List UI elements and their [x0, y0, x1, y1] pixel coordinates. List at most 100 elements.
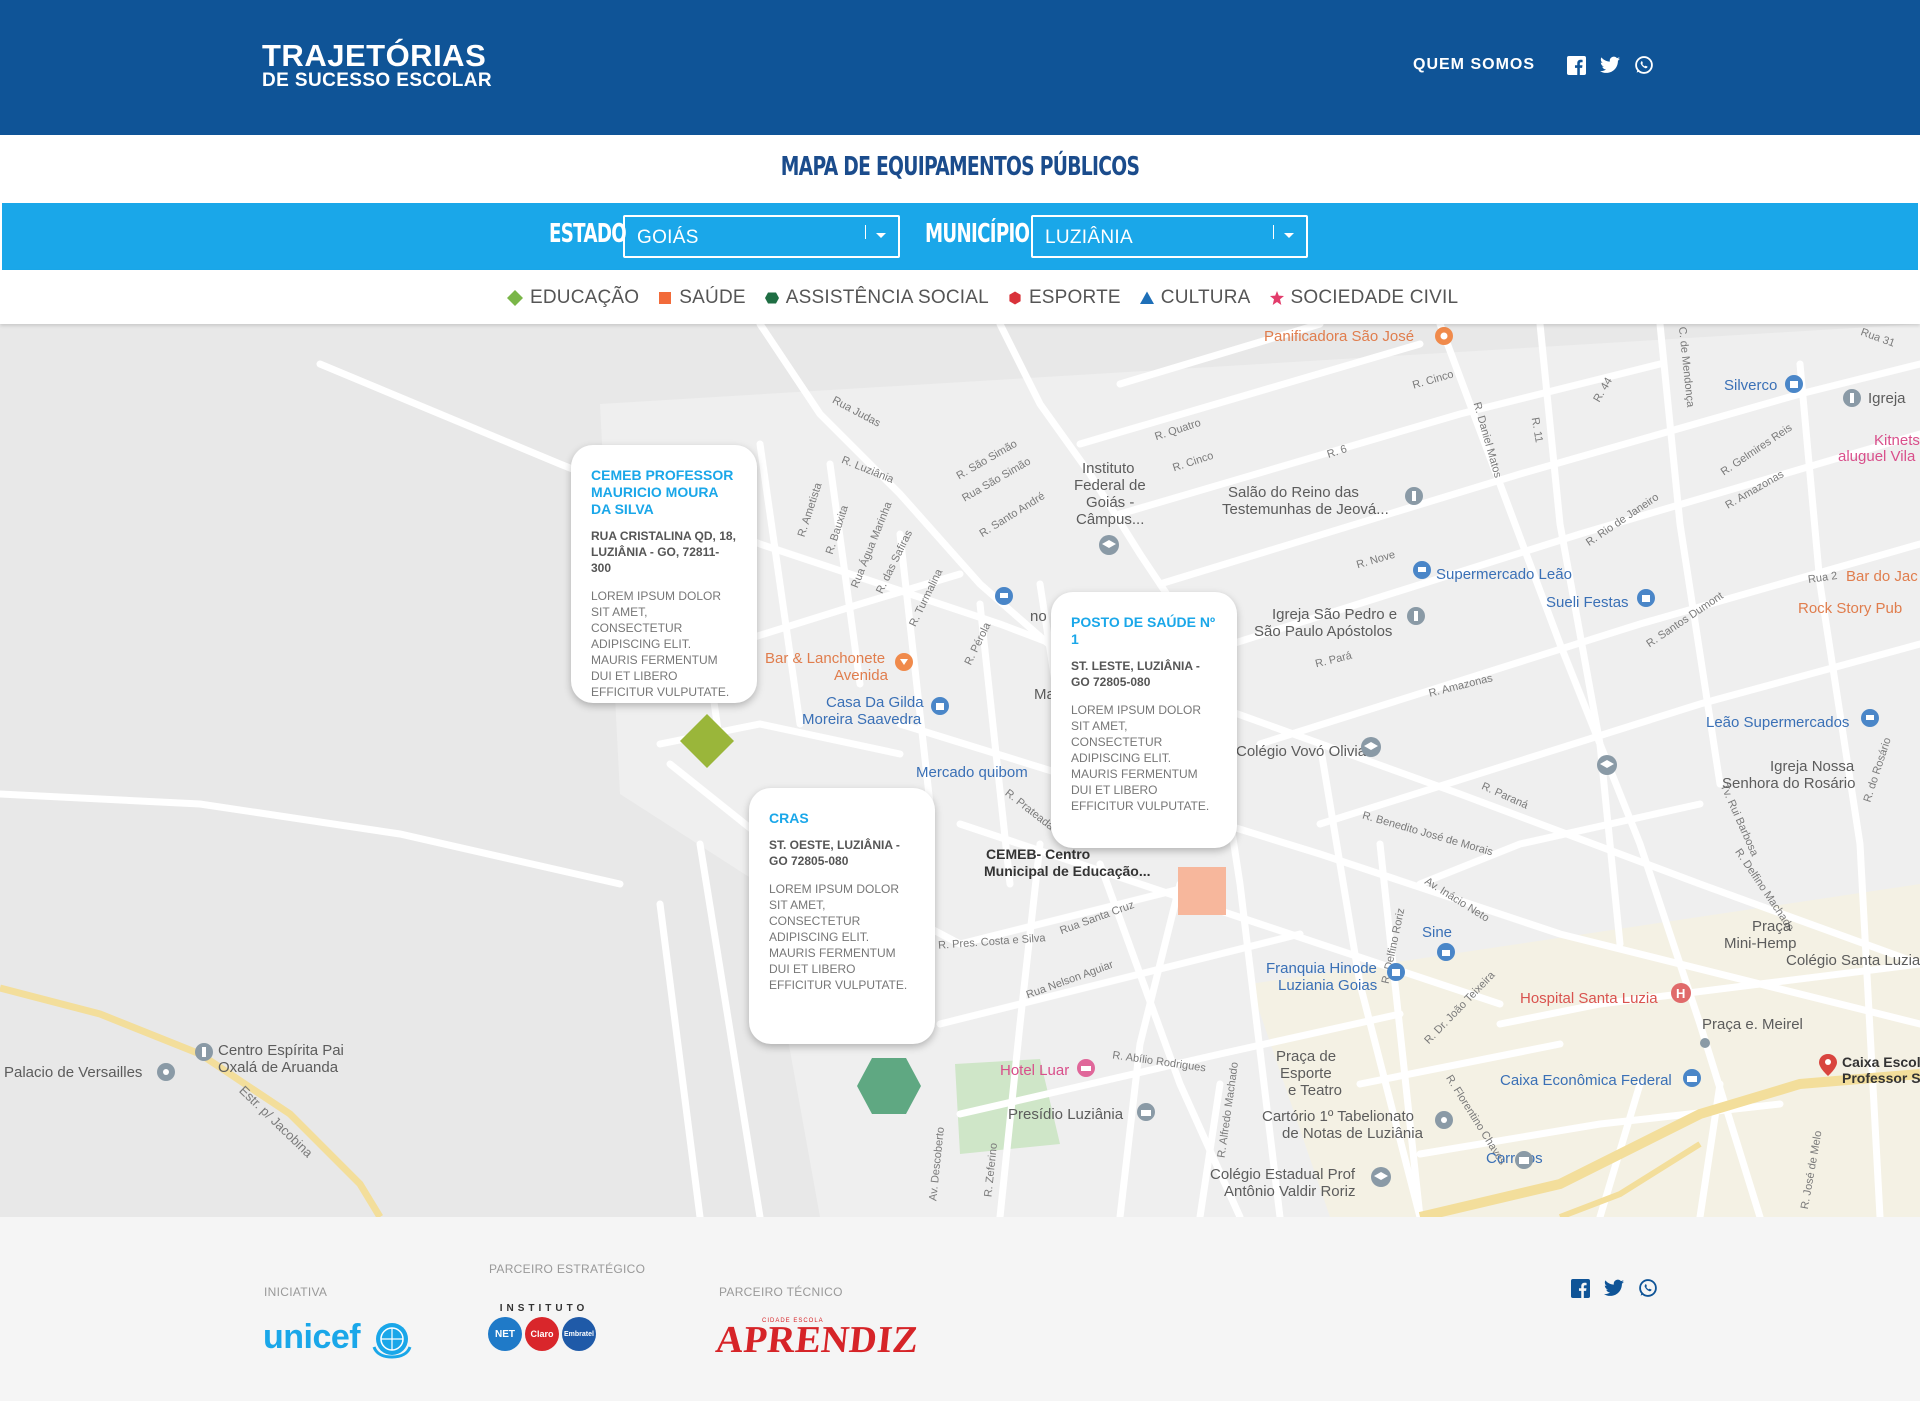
triangle-icon [1139, 291, 1154, 304]
legend-item-health[interactable]: SAÚDE [657, 287, 746, 309]
map-poi: Federal de [1074, 477, 1146, 494]
map-poi[interactable]: Bar do Jac [1846, 568, 1918, 585]
map-poi: Avenida [834, 667, 888, 684]
marker-card-social-assistance[interactable]: CRAS ST. OESTE, LUZIÂNIA - GO 72805-080 … [749, 788, 935, 1044]
mail-pin-icon [1515, 1151, 1533, 1169]
legend-item-civil-society[interactable]: SOCIEDADE CIVIL [1269, 287, 1459, 309]
map-poi: Moreira Saavedra [802, 711, 922, 728]
map-poi[interactable]: Caixa Escol [1842, 1054, 1920, 1071]
map-poi[interactable]: Palacio de Versailles [4, 1064, 142, 1081]
map-poi[interactable]: Presídio Luziânia [1008, 1106, 1123, 1123]
map-poi: Esporte [1280, 1065, 1332, 1082]
map-poi[interactable]: Silverco [1724, 377, 1777, 394]
whatsapp-icon[interactable] [1638, 1278, 1658, 1298]
aprendiz-logo[interactable]: APRENDIZ [714, 1318, 921, 1362]
map-poi[interactable]: Colégio Santa Luzia [1786, 952, 1920, 969]
net-badge: NET [488, 1317, 522, 1351]
map-poi[interactable]: Caixa Econômica Federal [1500, 1072, 1672, 1089]
map-poi[interactable]: Igreja [1868, 390, 1906, 407]
map-poi[interactable]: Centro Espírita Pai [218, 1042, 344, 1059]
header-social-links [1566, 55, 1654, 75]
map-poi[interactable]: Hospital Santa Luzia [1520, 990, 1658, 1007]
map-poi: no [1030, 608, 1047, 625]
map-poi: Oxalá de Aruanda [218, 1059, 339, 1076]
map-poi: Senhora do Rosário [1722, 775, 1856, 792]
svg-text:H: H [1676, 986, 1685, 1001]
unicef-logo[interactable]: unicef [263, 1318, 361, 1357]
claro-badge: Claro [525, 1317, 559, 1351]
shopping-pin-icon [1785, 375, 1803, 393]
star-icon [1269, 291, 1284, 305]
cart-pin-icon [1861, 709, 1879, 727]
legend-item-social-assistance[interactable]: ASSISTÊNCIA SOCIAL [764, 287, 989, 309]
map-poi[interactable]: Cartório 1º Tabelionato [1262, 1108, 1414, 1125]
site-logo[interactable]: TRAJETÓRIAS DE SUCESSO ESCOLAR [262, 40, 492, 92]
nav-about-link[interactable]: QUEM SOMOS [1413, 56, 1535, 74]
map-poi[interactable]: Igreja São Pedro e [1272, 606, 1397, 623]
church-pin-icon [1843, 389, 1861, 407]
map-poi[interactable]: Salão do Reino das [1228, 484, 1359, 501]
state-select[interactable]: GOIÁS [623, 215, 900, 258]
map-poi: Testemunhas de Jeová... [1222, 501, 1389, 518]
map-poi[interactable]: Hotel Luar [1000, 1062, 1069, 1079]
map-poi[interactable]: Instituto [1082, 460, 1135, 477]
school-pin-icon [1371, 1167, 1391, 1187]
card-title: POSTO DE SAÚDE Nº 1 [1071, 614, 1216, 647]
twitter-icon[interactable] [1604, 1278, 1624, 1298]
map-poi[interactable]: Leão Supermercados [1706, 714, 1849, 731]
map-poi[interactable]: Sine [1422, 924, 1452, 941]
city-select[interactable]: LUZIÂNIA [1031, 215, 1308, 258]
map-poi[interactable]: Praça de [1276, 1048, 1336, 1065]
map-poi[interactable]: Colégio Estadual Prof [1210, 1166, 1355, 1183]
map-poi[interactable]: Praça [1752, 918, 1791, 935]
map-poi[interactable]: aluguel Vila [1838, 448, 1915, 465]
legend-item-sports[interactable]: ESPORTE [1007, 287, 1121, 309]
shopping-pin-icon [1637, 589, 1655, 607]
education-marker-icon[interactable] [678, 712, 736, 770]
select-separator [865, 225, 866, 239]
marker-card-health[interactable]: POSTO DE SAÚDE Nº 1 ST. LESTE, LUZIÂNIA … [1051, 592, 1237, 848]
map-poi[interactable]: Supermercado Leão [1436, 566, 1572, 583]
technical-partner-label: PARCEIRO TÉCNICO [719, 1285, 843, 1299]
map-poi[interactable]: Praça e. Meirel [1702, 1016, 1803, 1033]
diamond-icon [507, 290, 523, 306]
category-legend: EDUCAÇÃO SAÚDE ASSISTÊNCIA SOCIAL ESPORT… [506, 287, 1476, 309]
church-pin-icon [1407, 607, 1425, 625]
twitter-icon[interactable] [1600, 55, 1620, 75]
legend-label: SAÚDE [679, 287, 746, 308]
map-poi[interactable]: Franquia Hinode [1266, 960, 1377, 977]
marker-card-education[interactable]: CEMEB PROFESSOR MAURICIO MOURA DA SILVA … [571, 445, 757, 703]
map-poi[interactable]: Bar & Lanchonete [765, 650, 885, 667]
location-pin-icon [157, 1063, 175, 1081]
bank-pin-icon [1683, 1069, 1701, 1087]
legend-item-education[interactable]: EDUCAÇÃO [506, 287, 639, 309]
whatsapp-icon[interactable] [1634, 55, 1654, 75]
map-poi: Mini-Hemp [1724, 935, 1797, 952]
map-poi[interactable]: Panificadora São José [1264, 328, 1414, 345]
map-poi[interactable]: Casa Da Gilda [826, 694, 924, 711]
embratel-badge: Embratel [562, 1317, 596, 1351]
square-icon [659, 292, 672, 304]
social-assistance-marker-icon[interactable] [856, 1057, 922, 1115]
map-poi[interactable]: Rock Story Pub [1798, 600, 1902, 617]
map-poi[interactable]: Kitnets [1874, 432, 1920, 449]
instituto-net-claro-logo[interactable]: INSTITUTO NET Claro Embratel [488, 1303, 600, 1351]
shopping-pin-icon [1387, 963, 1405, 981]
legend-item-culture[interactable]: CULTURA [1139, 287, 1251, 309]
equipment-map[interactable]: Rua Judas R. Luziânia R. São Simão Rua S… [0, 324, 1920, 1217]
legend-label: CULTURA [1160, 287, 1251, 308]
map-poi[interactable]: Colégio Vovó Olivia [1236, 743, 1366, 760]
legend-label: SOCIEDADE CIVIL [1290, 287, 1459, 308]
facebook-icon[interactable] [1570, 1278, 1590, 1298]
facebook-icon[interactable] [1566, 55, 1586, 75]
state-label: ESTADO [549, 219, 627, 249]
map-poi: Professor S [1842, 1070, 1920, 1086]
map-poi[interactable]: CEMEB- Centro [986, 846, 1090, 863]
map-poi[interactable]: Igreja Nossa [1770, 758, 1854, 775]
map-poi: de Notas de Luziânia [1282, 1125, 1423, 1142]
map-poi[interactable]: Mercado quibom [916, 764, 1028, 781]
plaza-pin-icon [1700, 1038, 1710, 1048]
health-marker-icon[interactable] [1177, 866, 1227, 916]
map-poi[interactable]: Sueli Festas [1546, 594, 1629, 611]
restaurant-pin-icon [1435, 327, 1453, 345]
